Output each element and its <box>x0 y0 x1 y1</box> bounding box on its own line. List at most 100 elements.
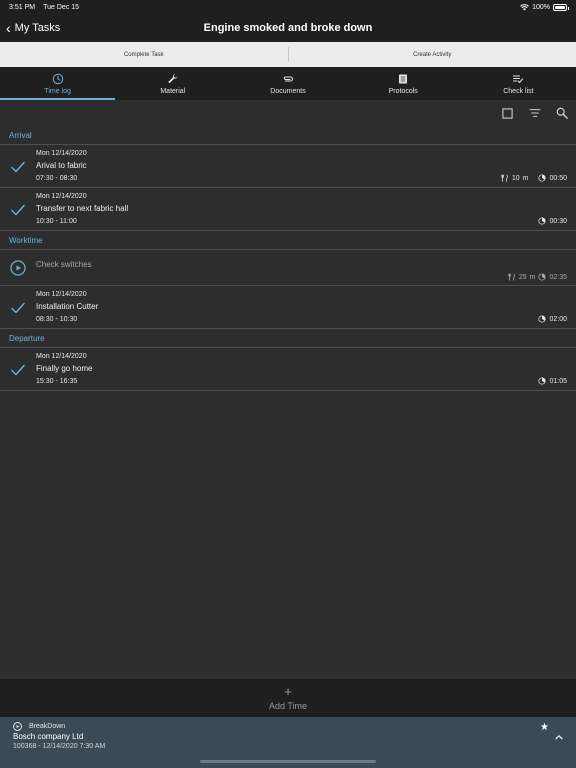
create-activity-button[interactable]: Create Activity <box>289 52 576 58</box>
time-entry[interactable]: Mon 12/14/2020 Installation Cutter 08:30… <box>0 286 576 329</box>
entry-meta: 00:30 <box>538 217 567 225</box>
stopwatch-icon <box>538 273 547 281</box>
add-time-button[interactable]: + Add Time <box>0 679 576 717</box>
checkbox-icon <box>502 107 513 119</box>
entry-date: Mon 12/14/2020 <box>36 353 87 360</box>
battery-percent: 100% <box>532 3 550 11</box>
list-toolbar <box>0 100 576 126</box>
sort-button[interactable] <box>528 107 541 120</box>
stopwatch-icon <box>538 217 547 225</box>
tab-label: Material <box>160 87 186 95</box>
stopwatch-icon <box>538 315 547 323</box>
fork-knife-icon <box>501 174 508 182</box>
tab-label: Protocols <box>388 87 418 95</box>
fork-knife-icon <box>508 273 515 281</box>
document-list-icon <box>399 74 408 83</box>
back-button[interactable]: ‹ My Tasks <box>6 21 60 35</box>
entry-time-range: 15:30 - 16:35 <box>36 378 78 385</box>
entry-title: Arival to fabric <box>36 161 87 170</box>
stopwatch-icon <box>538 377 547 385</box>
status-date: Tue Dec 15 <box>43 3 80 11</box>
entry-duration: 02:00 <box>549 315 567 323</box>
section-header-arrival: Arrival <box>0 126 576 145</box>
entry-title: Finally go home <box>36 364 93 373</box>
entry-time-range: 08:30 - 10:30 <box>36 316 78 323</box>
nav-bar: ‹ My Tasks Engine smoked and broke down <box>0 14 576 42</box>
search-button[interactable] <box>555 107 568 120</box>
search-icon <box>556 107 568 119</box>
action-bar: Complete Task Create Activity <box>0 42 576 67</box>
back-label: My Tasks <box>14 22 61 34</box>
checkmark-icon <box>11 302 25 314</box>
entry-date: Mon 12/14/2020 <box>36 150 87 157</box>
home-indicator[interactable] <box>200 760 376 763</box>
tab-protocols[interactable]: Protocols <box>346 67 461 100</box>
entry-time-range: 07:30 - 08:30 <box>36 175 78 182</box>
home-area <box>0 757 576 768</box>
task-info: 100368 - 12/14/2020 7:30 AM <box>13 743 106 750</box>
tab-time-log[interactable]: Time log <box>0 67 116 100</box>
wrench-icon <box>168 73 178 83</box>
play-circle-icon[interactable] <box>10 260 26 276</box>
checklist-icon <box>513 75 524 83</box>
task-type: BreakDown <box>29 723 66 730</box>
page-title: Engine smoked and broke down <box>203 22 373 34</box>
tab-label: Check list <box>503 87 534 95</box>
tab-material[interactable]: Material <box>115 67 230 100</box>
break-value: 10 <box>511 174 520 182</box>
stopwatch-icon <box>538 174 547 182</box>
plus-icon: + <box>284 684 292 699</box>
clock-icon <box>52 73 63 84</box>
entry-title: Check switches <box>36 260 92 269</box>
tab-label: Time log <box>44 87 71 95</box>
checkmark-icon <box>11 204 25 216</box>
status-bar: 3:51 PM Tue Dec 15 100% <box>0 0 576 14</box>
entry-title: Installation Cutter <box>36 302 99 311</box>
battery-icon <box>553 3 569 11</box>
entry-date: Mon 12/14/2020 <box>36 193 87 200</box>
section-header-worktime: Worktime <box>0 231 576 250</box>
complete-task-button[interactable]: Complete Task <box>0 52 288 58</box>
tab-bar: Time log Material Documents Protocols Ch… <box>0 67 576 100</box>
entry-duration: 00:30 <box>549 217 567 225</box>
status-right: 100% <box>520 3 569 11</box>
status-time: 3:51 PM <box>9 3 36 11</box>
time-entry[interactable]: Mon 12/14/2020 Finally go home 15:30 - 1… <box>0 348 576 391</box>
chevron-left-icon: ‹ <box>6 20 11 36</box>
task-type-row: BreakDown <box>13 722 65 731</box>
time-entry[interactable]: Check switches 25 m 02:35 <box>0 250 576 286</box>
select-checkbox-button[interactable] <box>501 107 514 120</box>
play-circle-icon <box>13 722 22 731</box>
section-header-departure: Departure <box>0 329 576 348</box>
chevron-up-icon[interactable] <box>554 732 564 742</box>
break-unit: m <box>529 273 536 281</box>
entry-duration: 00:50 <box>549 174 567 182</box>
add-time-label: Add Time <box>268 701 308 711</box>
break-value: 25 <box>518 273 527 281</box>
entry-title: Transfer to next fabric hall <box>36 204 129 213</box>
entry-date: Mon 12/14/2020 <box>36 291 87 298</box>
time-entry[interactable]: Mon 12/14/2020 Transfer to next fabric h… <box>0 188 576 231</box>
entry-duration: 02:35 <box>549 273 567 281</box>
time-entry[interactable]: Mon 12/14/2020 Arival to fabric 07:30 - … <box>0 145 576 188</box>
entry-time-range: 10:30 - 11:00 <box>36 218 77 225</box>
wifi-icon <box>520 3 529 10</box>
entry-meta: 25 m 02:35 <box>508 273 567 281</box>
star-icon[interactable]: ★ <box>540 722 549 733</box>
task-company: Bosch company Ltd <box>13 732 84 741</box>
task-footer[interactable]: BreakDown Bosch company Ltd 100368 - 12/… <box>0 717 576 757</box>
tab-label: Documents <box>270 87 306 95</box>
entry-meta: 10 m 00:50 <box>501 174 567 182</box>
checkmark-icon <box>11 161 25 173</box>
entry-duration: 01:05 <box>549 377 567 385</box>
battery-level <box>555 5 565 9</box>
paperclip-icon <box>283 76 293 81</box>
break-unit: m <box>522 174 529 182</box>
tab-check-list[interactable]: Check list <box>461 67 576 100</box>
entry-meta: 01:05 <box>538 377 567 385</box>
entry-meta: 02:00 <box>538 315 567 323</box>
checkmark-icon <box>11 364 25 376</box>
tab-documents[interactable]: Documents <box>230 67 345 100</box>
sort-icon <box>529 109 540 117</box>
time-log-list: Arrival Mon 12/14/2020 Arival to fabric … <box>0 126 576 391</box>
